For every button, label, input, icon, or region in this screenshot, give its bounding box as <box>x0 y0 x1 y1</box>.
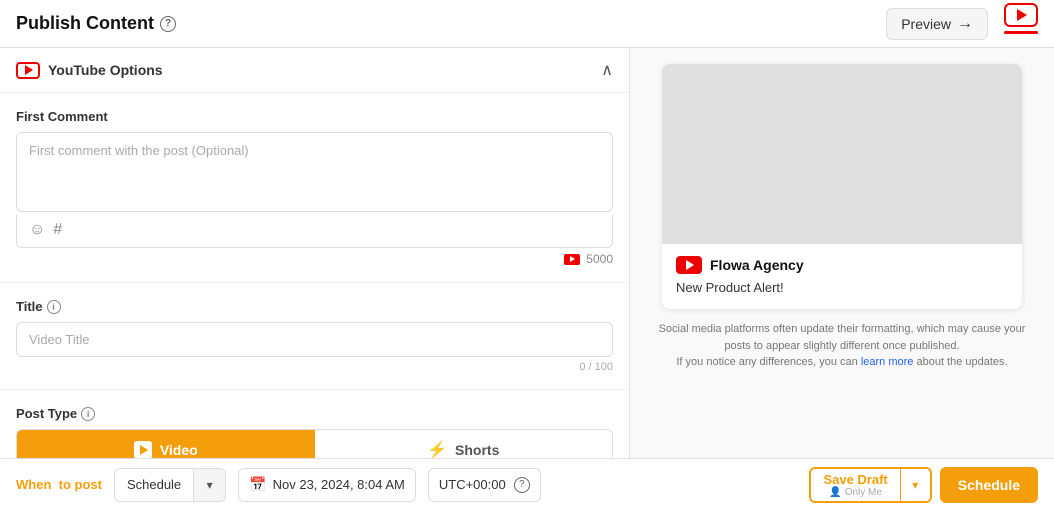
video-play-icon <box>134 441 152 458</box>
youtube-tab-underline <box>1004 31 1038 34</box>
save-draft-dropdown-arrow[interactable]: ▾ <box>900 469 930 501</box>
preview-arrow-icon: → <box>957 15 973 33</box>
top-bar: Publish Content ? Preview → <box>0 0 1054 48</box>
preview-content: Flowa Agency New Product Alert! <box>662 244 1022 309</box>
youtube-section-title-group: YouTube Options <box>16 62 163 79</box>
calendar-icon: 📅 <box>249 476 266 493</box>
first-comment-input[interactable] <box>16 132 613 212</box>
title-label-group: Title i <box>16 299 613 314</box>
preview-button[interactable]: Preview → <box>886 8 988 40</box>
video-type-button[interactable]: Video <box>17 430 315 458</box>
left-panel: YouTube Options ∧ First Comment ☺ # 5000… <box>0 48 630 458</box>
utc-help-icon[interactable]: ? <box>514 477 530 493</box>
shorts-label: Shorts <box>455 442 499 458</box>
post-type-info-icon[interactable]: i <box>81 407 95 421</box>
youtube-section-header: YouTube Options ∧ <box>0 48 629 93</box>
title-section: Title i 0 / 100 <box>0 283 629 390</box>
schedule-select-text: Schedule <box>115 469 193 501</box>
video-label: Video <box>160 442 198 458</box>
post-type-toggle: Video ⚡ Shorts <box>16 429 613 458</box>
post-type-label: Post Type <box>16 406 77 421</box>
title-char-count: 0 / 100 <box>16 361 613 373</box>
preview-label: Preview <box>901 16 951 32</box>
yt-count-icon <box>564 254 580 265</box>
title-info-icon[interactable]: i <box>47 300 61 314</box>
first-comment-label: First Comment <box>16 109 613 124</box>
save-draft-main-button[interactable]: Save Draft 👤 Only Me <box>811 469 899 501</box>
schedule-select[interactable]: Schedule ▾ <box>114 468 226 502</box>
utc-badge[interactable]: UTC+00:00 ? <box>428 468 541 502</box>
title-label: Title <box>16 299 43 314</box>
char-count-row: 5000 <box>16 252 613 266</box>
post-type-section: Post Type i Video ⚡ Shorts <box>0 390 629 458</box>
youtube-section-title: YouTube Options <box>48 62 163 78</box>
comment-tools-bar: ☺ # <box>16 215 613 248</box>
youtube-tab-icon-area <box>1004 3 1038 44</box>
youtube-section-icon <box>16 62 40 79</box>
date-value: Nov 23, 2024, 8:04 AM <box>273 477 405 492</box>
preview-disclaimer: Social media platforms often update thei… <box>659 321 1026 371</box>
right-actions: Save Draft 👤 Only Me ▾ Schedule <box>809 467 1038 503</box>
first-comment-section: First Comment ☺ # 5000 <box>0 93 629 283</box>
collapse-icon[interactable]: ∧ <box>601 60 613 80</box>
emoji-icon[interactable]: ☺ <box>29 221 45 239</box>
bottom-bar: When to post Schedule ▾ 📅 Nov 23, 2024, … <box>0 458 1054 510</box>
save-draft-chevron: ▾ <box>912 478 918 492</box>
help-icon[interactable]: ? <box>160 16 176 32</box>
preview-youtube-icon <box>676 256 702 274</box>
title-input[interactable] <box>16 322 613 357</box>
utc-label: UTC+00:00 <box>439 477 506 492</box>
save-draft-sub: 👤 Only Me <box>829 487 882 498</box>
date-input[interactable]: 📅 Nov 23, 2024, 8:04 AM <box>238 468 416 502</box>
save-draft-button-group: Save Draft 👤 Only Me ▾ <box>809 467 931 503</box>
preview-post-text: New Product Alert! <box>676 280 1008 295</box>
hashtag-icon[interactable]: # <box>53 221 62 239</box>
schedule-select-arrow-icon[interactable]: ▾ <box>193 469 225 501</box>
shorts-type-button[interactable]: ⚡ Shorts <box>315 430 613 458</box>
preview-channel-row: Flowa Agency <box>676 256 1008 274</box>
schedule-button[interactable]: Schedule <box>940 467 1038 503</box>
preview-thumbnail <box>662 64 1022 244</box>
shorts-icon: ⚡ <box>427 440 447 458</box>
person-icon: 👤 <box>829 487 841 498</box>
youtube-tab-icon[interactable] <box>1004 3 1038 27</box>
char-count: 5000 <box>586 252 613 266</box>
right-panel: Flowa Agency New Product Alert! Social m… <box>630 48 1054 458</box>
main-layout: YouTube Options ∧ First Comment ☺ # 5000… <box>0 48 1054 458</box>
learn-more-link[interactable]: learn more <box>861 356 914 368</box>
page-title-text: Publish Content <box>16 13 154 34</box>
when-to-post-label: When to post <box>16 477 102 492</box>
save-draft-label: Save Draft <box>823 472 887 487</box>
only-me-label: Only Me <box>845 487 882 498</box>
preview-channel-name: Flowa Agency <box>710 257 804 273</box>
page-title: Publish Content ? <box>16 13 176 34</box>
post-type-label-group: Post Type i <box>16 406 613 421</box>
preview-card: Flowa Agency New Product Alert! <box>662 64 1022 309</box>
